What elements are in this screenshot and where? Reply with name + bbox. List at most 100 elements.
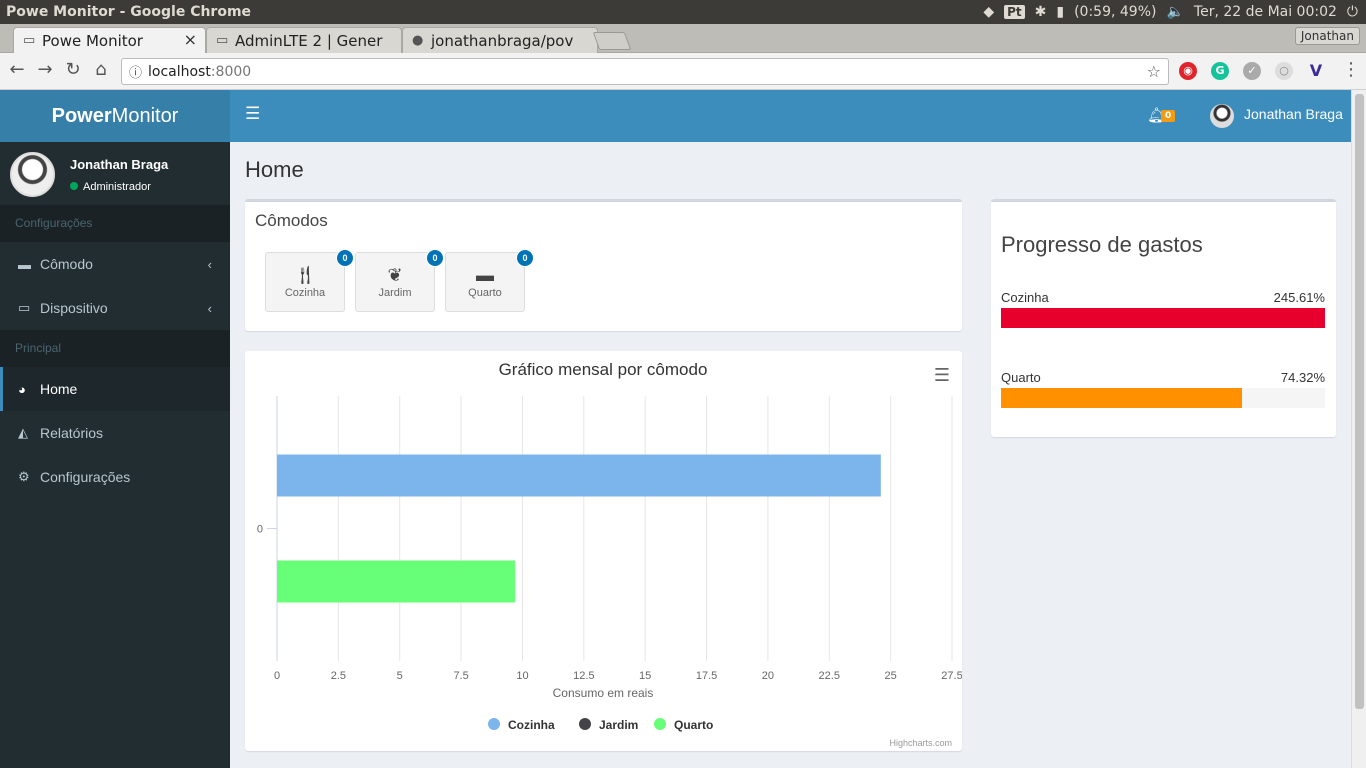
x-tick-label: 27.5 xyxy=(941,670,962,682)
legend-marker xyxy=(579,718,591,730)
user-role: Administrador xyxy=(70,181,151,193)
os-top-bar: Powe Monitor - Google Chrome ◆ Pt ✱ ▮ (0… xyxy=(0,0,1366,24)
box-title: Progresso de gastos xyxy=(1001,232,1203,257)
progress-value: 245.61% xyxy=(1273,290,1325,305)
extension-v-icon[interactable]: V xyxy=(1307,62,1325,80)
sidebar-header-principal: Principal xyxy=(0,330,230,367)
chart-menu-icon[interactable]: ☰ xyxy=(934,365,950,386)
datetime[interactable]: Ter, 22 de Mai 00:02 xyxy=(1194,4,1337,20)
browser-tab-active[interactable]: ▭ Powe Monitor × xyxy=(13,27,206,53)
new-tab-button[interactable] xyxy=(592,32,632,50)
x-tick-label: 7.5 xyxy=(453,670,468,682)
x-tick-label: 10 xyxy=(516,670,528,682)
progress-value: 74.32% xyxy=(1280,370,1325,385)
bluetooth-icon[interactable]: ✱ xyxy=(1035,4,1047,20)
progress-track xyxy=(1001,308,1325,328)
bookmark-star-icon[interactable]: ☆ xyxy=(1147,62,1161,81)
extension-circle-icon[interactable]: ○ xyxy=(1275,62,1293,80)
logo-rest: Monitor xyxy=(111,104,179,127)
sidebar-toggle-icon[interactable]: ☰ xyxy=(245,104,260,124)
legend-marker xyxy=(488,718,500,730)
sidebar-item-label: Configurações xyxy=(40,469,131,485)
sidebar-item-home[interactable]: ◕ Home xyxy=(0,367,230,411)
user-panel: Jonathan Braga Administrador xyxy=(0,142,230,205)
progress-bar xyxy=(1001,308,1325,328)
room-button-cozinha[interactable]: 0 🍴︎ Cozinha xyxy=(265,249,354,312)
page-scrollbar[interactable] xyxy=(1351,90,1366,768)
sidebar-item-label: Home xyxy=(40,381,78,397)
x-tick-label: 25 xyxy=(885,670,897,682)
forward-icon[interactable]: → xyxy=(34,59,56,80)
box-title: Cômodos xyxy=(255,211,328,230)
x-tick-label: 17.5 xyxy=(696,670,717,682)
bar-chart: Gráfico mensal por cômodo 0 2.5 5 7.5 10 12.5 1… xyxy=(257,360,963,748)
chart-title: Gráfico mensal por cômodo xyxy=(499,360,708,379)
app-logo[interactable]: Power Monitor xyxy=(0,90,230,142)
home-icon[interactable]: ⌂ xyxy=(90,59,112,80)
progress-bar xyxy=(1001,388,1242,408)
x-tick-label: 22.5 xyxy=(819,670,840,682)
chevron-left-icon: ‹ xyxy=(207,300,212,316)
keyboard-layout-indicator[interactable]: Pt xyxy=(1004,5,1025,19)
progress-label: Quarto xyxy=(1001,370,1041,385)
page-title: Home xyxy=(245,157,304,182)
extension-grammarly-icon[interactable]: G xyxy=(1211,62,1229,80)
room-button-quarto[interactable]: 0 ▬ Quarto xyxy=(445,249,534,312)
room-button-jardim[interactable]: 0 ❦ Jardim xyxy=(355,249,444,312)
sidebar-item-relatorios[interactable]: ◭ Relatórios xyxy=(0,411,230,455)
room-count-badge: 0 xyxy=(336,249,354,267)
browser-tab-strip: ▭ Powe Monitor × ▭ AdminLTE 2 | Gener ● … xyxy=(0,24,1366,53)
avatar xyxy=(10,152,55,197)
browser-tab[interactable]: ▭ AdminLTE 2 | Gener xyxy=(206,27,402,53)
close-tab-icon[interactable]: × xyxy=(184,30,197,49)
profile-button[interactable]: Jonathan xyxy=(1294,27,1360,45)
navbar-user-name[interactable]: Jonathan Braga xyxy=(1244,106,1343,122)
sidebar-item-label: Dispositivo xyxy=(40,300,108,316)
content-area: Home Cômodos 0 🍴︎ Cozinha 0 ❦ Jardim 0 ▬… xyxy=(230,142,1351,768)
url-port: :8000 xyxy=(210,63,252,80)
info-icon[interactable]: ⓘ xyxy=(129,62,142,81)
back-icon[interactable]: ← xyxy=(6,59,28,80)
browser-tab[interactable]: ● jonathanbraga/pov xyxy=(402,27,598,53)
top-navbar: ☰ 🔔︎ 0 Jonathan Braga xyxy=(230,90,1351,142)
sidebar-item-comodo[interactable]: ▬ Cômodo ‹ xyxy=(0,242,230,286)
x-tick-label: 15 xyxy=(639,670,651,682)
chevron-left-icon: ‹ xyxy=(207,256,212,272)
avatar[interactable] xyxy=(1210,104,1234,128)
legend-marker xyxy=(654,718,666,730)
legend-item: Jardim xyxy=(599,718,638,732)
progress-label: Cozinha xyxy=(1001,290,1049,305)
bar-quarto xyxy=(277,560,516,603)
address-bar[interactable]: ⓘ localhost:8000 ☆ xyxy=(121,58,1169,85)
power-icon[interactable]: ⏻ xyxy=(1347,4,1358,20)
url-host: localhost xyxy=(148,63,211,80)
tab-title: jonathanbraga/pov xyxy=(431,31,574,50)
volume-icon[interactable]: 🔈 xyxy=(1166,4,1183,20)
scrollbar-thumb[interactable] xyxy=(1355,94,1364,709)
battery-icon[interactable]: ▮ xyxy=(1056,4,1064,20)
wifi-icon[interactable]: ◆ xyxy=(983,4,994,20)
sidebar-item-label: Cômodo xyxy=(40,256,93,272)
comodos-box: Cômodos 0 🍴︎ Cozinha 0 ❦ Jardim 0 ▬ Quar… xyxy=(245,199,962,331)
bed-icon: ▬ xyxy=(18,256,31,272)
x-tick-label: 2.5 xyxy=(331,670,346,682)
room-label: Quarto xyxy=(468,287,502,299)
x-tick-label: 20 xyxy=(762,670,774,682)
reload-icon[interactable]: ↻ xyxy=(62,59,84,80)
sidebar-item-configuracoes[interactable]: ⚙ Configurações xyxy=(0,455,230,499)
chart-credits: Highcharts.com xyxy=(889,738,952,748)
x-tick-label: 0 xyxy=(274,670,280,682)
menu-dots-icon[interactable]: ⋮ xyxy=(1340,59,1362,80)
window-title: Powe Monitor - Google Chrome xyxy=(6,4,252,20)
leaf-icon: ❦ xyxy=(387,265,403,285)
room-count-badge: 0 xyxy=(426,249,444,267)
dashboard-icon: ◕ xyxy=(18,381,26,397)
sidebar: Power Monitor Jonathan Braga Administrado… xyxy=(0,90,230,768)
extension-shield-icon[interactable]: ◉ xyxy=(1179,62,1197,80)
bed-icon: ▬ xyxy=(476,265,494,285)
bar-cozinha xyxy=(277,454,881,497)
cutlery-icon: 🍴︎ xyxy=(293,265,317,285)
sidebar-item-dispositivo[interactable]: ▭ Dispositivo ‹ xyxy=(0,286,230,330)
x-tick-label: 5 xyxy=(397,670,403,682)
extension-check-icon[interactable]: ✓ xyxy=(1243,62,1261,80)
